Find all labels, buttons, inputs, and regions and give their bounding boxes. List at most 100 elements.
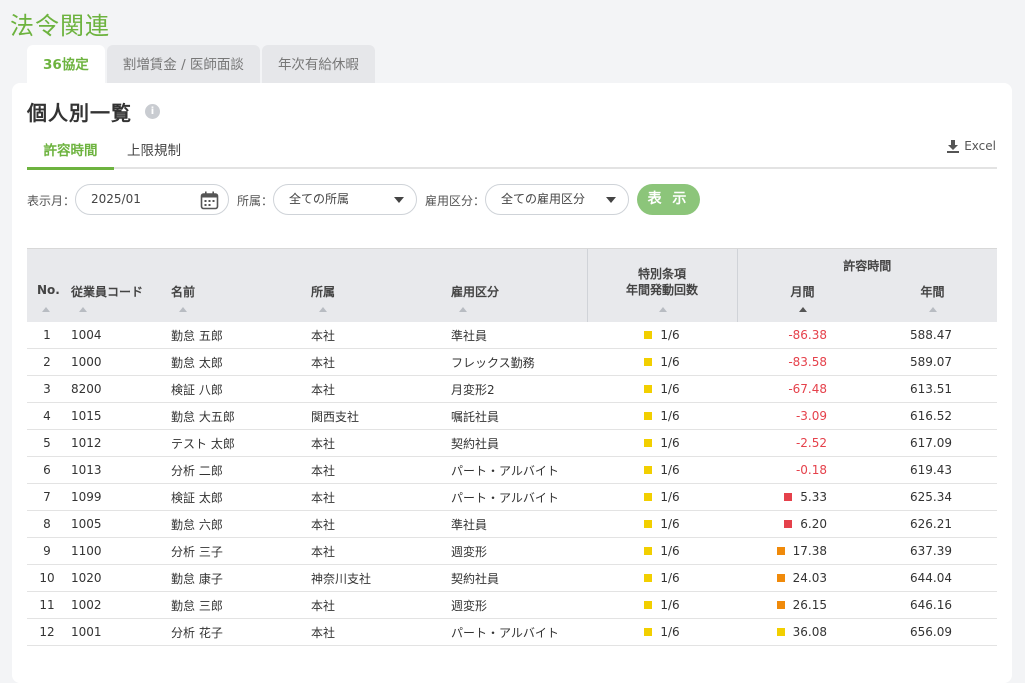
show-button[interactable]: 表 示 bbox=[637, 184, 700, 215]
cell-monthly: -67.48 bbox=[737, 375, 867, 403]
subtab-allowable-hours[interactable]: 許容時間 bbox=[27, 135, 114, 170]
col-annual-label[interactable]: 年間 bbox=[868, 283, 998, 300]
cell-code: 1002 bbox=[67, 591, 167, 619]
col-name[interactable]: 名前 bbox=[167, 248, 307, 322]
status-square-icon bbox=[644, 385, 653, 393]
cell-no: 2 bbox=[27, 348, 67, 376]
cell-dept: 本社 bbox=[307, 618, 447, 646]
sort-icon[interactable] bbox=[42, 307, 50, 312]
cell-name: 分析 二郎 bbox=[167, 456, 307, 484]
monthly-value: -86.38 bbox=[788, 328, 827, 342]
sort-icon[interactable] bbox=[179, 307, 187, 312]
table-row[interactable]: 1 1004 勤怠 五郎 本社 準社員 1/6 -86.38 588.47 bbox=[27, 322, 997, 349]
status-square-icon bbox=[784, 520, 793, 528]
col-no[interactable]: No. bbox=[27, 248, 67, 322]
sort-icon[interactable] bbox=[658, 307, 667, 312]
emp-type-label: 雇用区分： bbox=[425, 194, 486, 208]
excel-label: Excel bbox=[964, 139, 996, 153]
table-row[interactable]: 12 1001 分析 花子 本社 パート・アルバイト 1/6 36.08 656.09 bbox=[27, 618, 997, 646]
status-square-icon bbox=[644, 574, 653, 582]
table-row[interactable]: 3 8200 検証 八郎 本社 月変形2 1/6 -67.48 613.51 bbox=[27, 375, 997, 403]
col-emp-type[interactable]: 雇用区分 bbox=[447, 248, 587, 322]
info-icon[interactable]: i bbox=[145, 104, 160, 119]
cell-name: 勤怠 大五郎 bbox=[167, 402, 307, 430]
cell-monthly: -86.38 bbox=[737, 322, 867, 349]
status-square-icon bbox=[776, 628, 785, 636]
cell-no: 5 bbox=[27, 429, 67, 457]
cell-special: 1/6 bbox=[587, 375, 737, 403]
cell-code: 1005 bbox=[67, 510, 167, 538]
table-row[interactable]: 4 1015 勤怠 大五郎 関西支社 嘱託社員 1/6 -3.09 616.52 bbox=[27, 402, 997, 430]
status-square-icon bbox=[644, 601, 653, 609]
cell-annual: 617.09 bbox=[867, 429, 997, 457]
special-count: 1/6 bbox=[660, 355, 680, 369]
calendar-icon[interactable] bbox=[200, 191, 219, 210]
col-dept-label: 所属 bbox=[311, 285, 336, 299]
col-code[interactable]: 従業員コード bbox=[67, 248, 167, 322]
cell-annual: 646.16 bbox=[867, 591, 997, 619]
table-row[interactable]: 11 1002 勤怠 三郎 本社 週変形 1/6 26.15 646.16 bbox=[27, 591, 997, 619]
cell-emp_type: パート・アルバイト bbox=[447, 618, 587, 646]
subtab-upper-limit[interactable]: 上限規制 bbox=[127, 135, 181, 167]
special-count: 1/6 bbox=[660, 409, 680, 423]
monthly-value: 36.08 bbox=[792, 625, 827, 639]
cell-name: 勤怠 六郎 bbox=[167, 510, 307, 538]
cell-annual: 613.51 bbox=[867, 375, 997, 403]
tab-overtime-pay[interactable]: 割増賃金 / 医師面談 bbox=[106, 45, 260, 83]
monthly-value: -3.09 bbox=[795, 409, 827, 423]
special-count: 1/6 bbox=[660, 598, 680, 612]
cell-special: 1/6 bbox=[587, 591, 737, 619]
employee-table: No. 従業員コード 名前 所属 雇用区分 特別条項 年間発動回数 許容時間 月… bbox=[27, 248, 997, 646]
tab-annual-leave[interactable]: 年次有給休暇 bbox=[261, 45, 375, 83]
cell-name: 勤怠 太郎 bbox=[167, 348, 307, 376]
excel-export-button[interactable]: Excel bbox=[947, 139, 996, 153]
table-row[interactable]: 5 1012 テスト 太郎 本社 契約社員 1/6 -2.52 617.09 bbox=[27, 429, 997, 457]
cell-annual: 588.47 bbox=[867, 322, 997, 349]
section-title: 個人別一覧 bbox=[27, 101, 132, 125]
cell-dept: 本社 bbox=[307, 429, 447, 457]
cell-no: 1 bbox=[27, 322, 67, 349]
sort-icon[interactable] bbox=[459, 307, 467, 312]
cell-special: 1/6 bbox=[587, 564, 737, 592]
monthly-value: 17.38 bbox=[792, 544, 827, 558]
sort-icon[interactable] bbox=[319, 307, 327, 312]
sort-asc-icon[interactable] bbox=[798, 307, 807, 312]
cell-emp_type: 契約社員 bbox=[447, 429, 587, 457]
cell-special: 1/6 bbox=[587, 429, 737, 457]
cell-no: 7 bbox=[27, 483, 67, 511]
month-picker[interactable]: 2025/01 bbox=[75, 184, 229, 215]
status-square-icon bbox=[644, 466, 653, 474]
table-body: 1 1004 勤怠 五郎 本社 準社員 1/6 -86.38 588.47 2 1000 勤怠 太郎… bbox=[27, 322, 997, 646]
cell-monthly: -0.18 bbox=[737, 456, 867, 484]
col-dept[interactable]: 所属 bbox=[307, 248, 447, 322]
cell-special: 1/6 bbox=[587, 322, 737, 349]
cell-no: 11 bbox=[27, 591, 67, 619]
sort-icon[interactable] bbox=[79, 307, 87, 312]
special-count: 1/6 bbox=[660, 517, 680, 531]
special-count: 1/6 bbox=[660, 490, 680, 504]
month-value: 2025/01 bbox=[91, 192, 141, 206]
cell-monthly: 26.15 bbox=[737, 591, 867, 619]
table-row[interactable]: 9 1100 分析 三子 本社 週変形 1/6 17.38 637.39 bbox=[27, 537, 997, 565]
cell-name: 分析 花子 bbox=[167, 618, 307, 646]
table-row[interactable]: 8 1005 勤怠 六郎 本社 準社員 1/6 6.20 626.21 bbox=[27, 510, 997, 538]
table-row[interactable]: 6 1013 分析 二郎 本社 パート・アルバイト 1/6 -0.18 619.43 bbox=[27, 456, 997, 484]
cell-annual: 619.43 bbox=[867, 456, 997, 484]
emp-type-select[interactable]: 全ての雇用区分 bbox=[485, 184, 629, 215]
cell-monthly: 17.38 bbox=[737, 537, 867, 565]
table-row[interactable]: 10 1020 勤怠 康子 神奈川支社 契約社員 1/6 24.03 644.04 bbox=[27, 564, 997, 592]
table-row[interactable]: 7 1099 検証 太郎 本社 パート・アルバイト 1/6 5.33 625.34 bbox=[27, 483, 997, 511]
cell-dept: 本社 bbox=[307, 322, 447, 349]
cell-dept: 本社 bbox=[307, 510, 447, 538]
monthly-value: 5.33 bbox=[800, 490, 827, 504]
table-row[interactable]: 2 1000 勤怠 太郎 本社 フレックス勤務 1/6 -83.58 589.07 bbox=[27, 348, 997, 376]
col-special[interactable]: 特別条項 年間発動回数 bbox=[586, 248, 737, 322]
special-count: 1/6 bbox=[660, 463, 680, 477]
tab-36-agreement[interactable]: 36協定 bbox=[27, 45, 105, 83]
dept-select[interactable]: 全ての所属 bbox=[273, 184, 417, 215]
cell-monthly: -83.58 bbox=[737, 348, 867, 376]
col-monthly-label[interactable]: 月間 bbox=[738, 283, 868, 300]
sort-icon[interactable] bbox=[928, 307, 937, 312]
emp-type-value: 全ての雇用区分 bbox=[501, 192, 586, 206]
cell-no: 3 bbox=[27, 375, 67, 403]
